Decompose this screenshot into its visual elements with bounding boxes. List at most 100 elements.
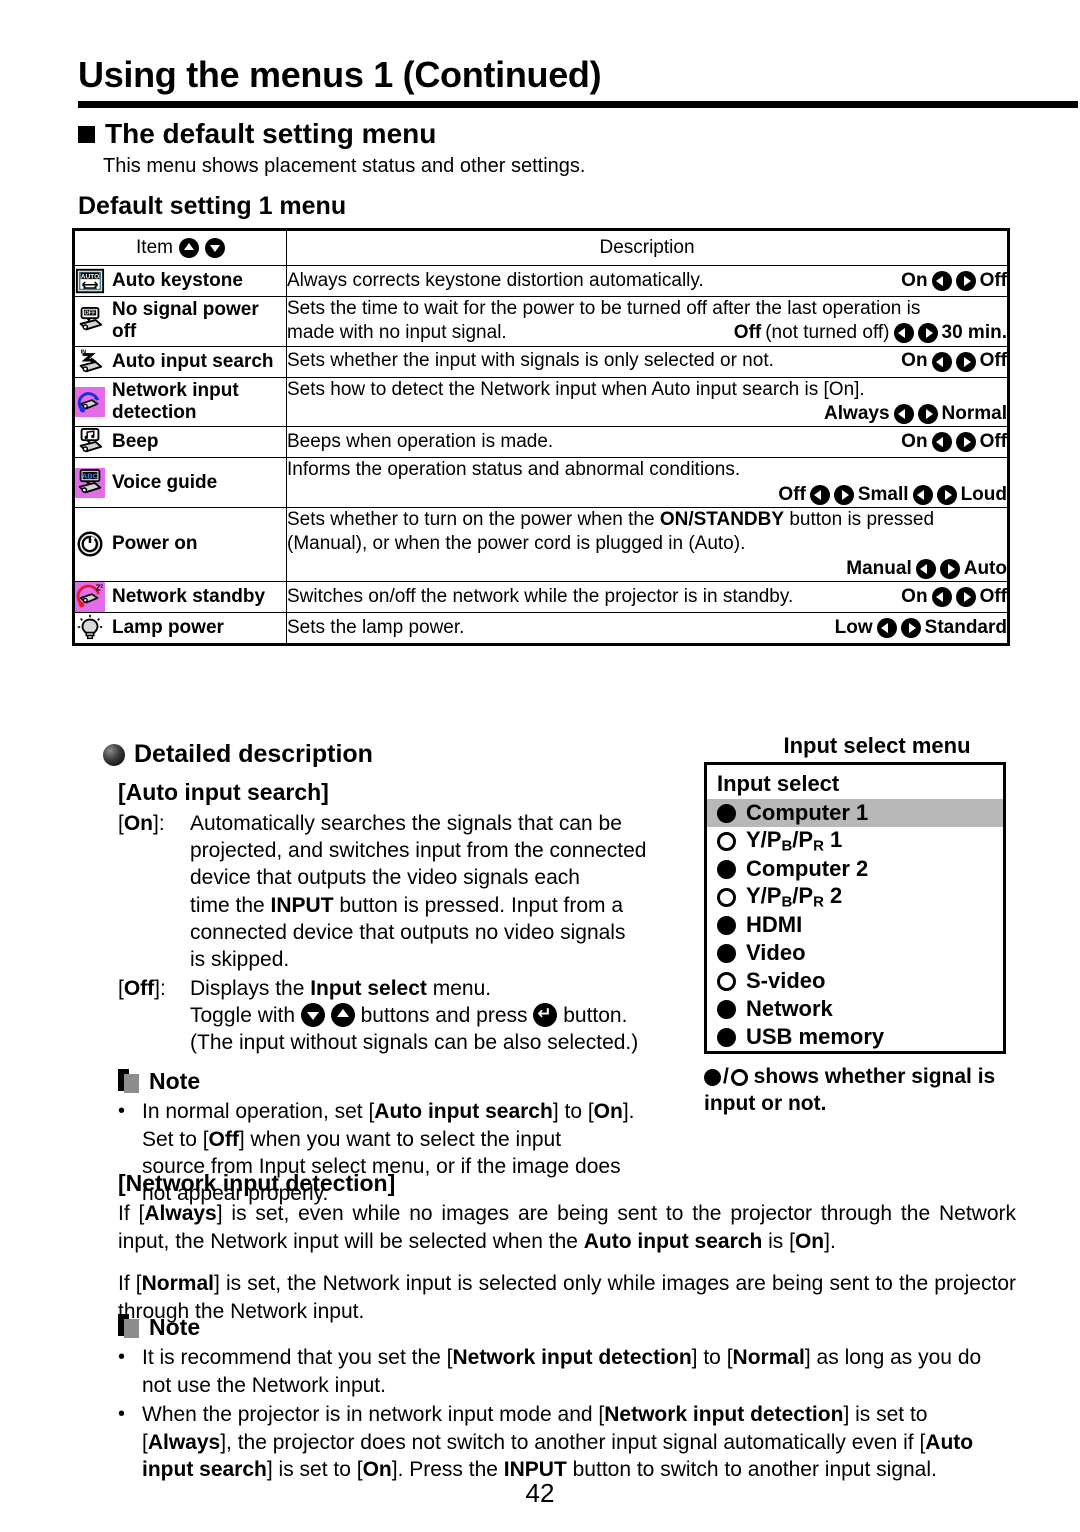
arrow-left-icon[interactable] xyxy=(893,323,914,344)
input-select-item-ypbpr-2[interactable]: Y/PB/PR 2 xyxy=(707,883,1003,911)
option-right: Auto xyxy=(963,557,1007,579)
detailed-description-label: Detailed description xyxy=(134,740,373,768)
network-input-detection-block: [Network input detection] If [Always] is… xyxy=(118,1168,1016,1325)
auto-input-search-on-block: [On]: Automatically searches the signals… xyxy=(118,810,713,974)
input-select-item-ypbpr-1[interactable]: Y/PB/PR 1 xyxy=(707,827,1003,855)
arrow-left-icon[interactable] xyxy=(931,271,952,291)
item-label: Y/PB/PR 2 xyxy=(746,883,843,911)
signal-indicator-icon xyxy=(717,943,736,963)
arrow-left-icon[interactable] xyxy=(876,617,897,638)
input-select-item-s-video[interactable]: S-video xyxy=(707,967,1003,995)
option-3: Loud xyxy=(960,483,1007,505)
arrow-left-icon[interactable] xyxy=(809,484,830,505)
row-description-text: Sets whether the input with signals is o… xyxy=(287,350,774,372)
table-row: Lamp power Sets the lamp power. Low Stan… xyxy=(73,611,1009,645)
arrow-down-icon xyxy=(204,238,225,258)
bullet-text: It is recommend that you set the [Networ… xyxy=(142,1346,982,1398)
network-input-detection-para-1: If [Always] is set, even while no images… xyxy=(118,1202,1016,1254)
arrow-right-icon[interactable] xyxy=(917,404,938,425)
arrow-up-icon[interactable] xyxy=(330,1002,355,1027)
note-marker-icon xyxy=(118,1068,140,1095)
note-bullet: • When the projector is in network input… xyxy=(118,1401,1016,1484)
note-label: Note xyxy=(149,1314,201,1340)
table-row: OFF No signal power off Sets the time to… xyxy=(73,296,1009,347)
onstandby-keyword: ON/STANDBY xyxy=(659,508,785,530)
row-options: On Off xyxy=(901,585,1007,609)
row-description-auto-input-search: Sets whether the input with signals is o… xyxy=(286,345,1009,378)
input-select-item-video[interactable]: Video xyxy=(707,939,1003,967)
row-options: On Off xyxy=(901,349,1007,373)
detailed-description-body: [Auto input search] [On]: Automatically … xyxy=(118,778,713,1208)
input-select-item-computer-1[interactable]: Computer 1 xyxy=(707,799,1003,827)
detailed-description-heading: Detailed description xyxy=(103,740,373,769)
auto-keystone-icon: AUTO xyxy=(75,268,105,294)
arrow-right-icon[interactable] xyxy=(833,484,854,505)
arrow-left-icon[interactable] xyxy=(931,586,952,607)
beep-icon xyxy=(79,428,103,453)
network-standby-icon: Z z xyxy=(75,581,105,612)
auto-input-search-off-block: [Off]: Displays the Input select menu. T… xyxy=(118,975,713,1057)
row-item-auto-keystone: AUTO Auto keystone xyxy=(73,265,287,297)
signal-indicator-icon xyxy=(717,999,736,1019)
legend-indicators: / xyxy=(704,1064,748,1091)
arrow-up-icon xyxy=(178,238,199,258)
off-line-2: Toggle with buttons and press button. xyxy=(190,1002,713,1029)
arrow-right-icon[interactable] xyxy=(955,351,976,372)
input-select-keyword: Input select xyxy=(310,976,427,1000)
manual-page: Using the menus 1 (Continued) The defaul… xyxy=(0,0,1080,1532)
arrow-right-icon[interactable] xyxy=(955,586,976,607)
item-label: HDMI xyxy=(746,912,803,937)
arrow-left-icon[interactable] xyxy=(893,404,914,425)
section-heading: The default setting menu xyxy=(78,118,436,150)
row-description-network-input-detection: Sets how to detect the Network input whe… xyxy=(286,376,1009,428)
option-left: On xyxy=(901,585,928,607)
on-line-4: time the INPUT button is pressed. Input … xyxy=(190,893,624,917)
input-select-panel-label: Input select xyxy=(717,771,840,796)
input-select-item-hdmi[interactable]: HDMI xyxy=(707,911,1003,939)
arrow-left-icon[interactable] xyxy=(931,351,952,372)
row-description-line1: Sets the time to wait for the power to b… xyxy=(287,298,921,319)
page-number: 42 xyxy=(525,1478,555,1508)
signal-indicator-icon xyxy=(717,887,736,907)
signal-indicator-icon xyxy=(717,1027,736,1047)
row-description-line1: Sets whether to turn on the power when t… xyxy=(287,508,935,530)
bullet-dot: • xyxy=(118,1402,126,1425)
row-label: No signal power off xyxy=(112,299,259,343)
square-bullet-icon xyxy=(78,125,95,143)
enter-icon[interactable] xyxy=(533,1002,558,1027)
input-select-item-network[interactable]: Network xyxy=(707,995,1003,1023)
row-description-line1: Informs the operation status and abnorma… xyxy=(287,459,741,481)
arrow-right-icon[interactable] xyxy=(917,323,938,344)
option-right: Normal xyxy=(941,402,1007,424)
signal-indicator-icon xyxy=(717,915,736,935)
item-label: Computer 2 xyxy=(746,856,869,881)
input-select-item-computer-2[interactable]: Computer 2 xyxy=(707,855,1003,883)
arrow-right-icon[interactable] xyxy=(955,271,976,291)
note-heading-1: Note xyxy=(118,1067,713,1097)
option-left: On xyxy=(901,431,928,453)
legend-text-1: shows whether signal is xyxy=(747,1065,996,1088)
row-description-auto-keystone: Always corrects keystone distortion auto… xyxy=(286,265,1009,297)
row-item-network-standby: Z z Network standby xyxy=(73,580,287,613)
on-line-3: device that outputs the video signals ea… xyxy=(190,866,580,890)
input-select-item-usb-memory[interactable]: USB memory xyxy=(707,1023,1003,1051)
arrow-left-icon[interactable] xyxy=(931,432,952,453)
bullet-text: When the projector is in network input m… xyxy=(142,1402,974,1482)
arrow-down-icon[interactable] xyxy=(300,1002,325,1027)
arrow-right-icon[interactable] xyxy=(939,558,960,579)
page-title: Using the menus 1 (Continued) xyxy=(78,54,602,95)
on-body: Automatically searches the signals that … xyxy=(190,810,713,974)
arrow-right-icon[interactable] xyxy=(936,484,957,505)
arrow-left-icon[interactable] xyxy=(912,484,933,505)
svg-text:OFF: OFF xyxy=(84,311,96,317)
row-item-no-signal-power-off: OFF No signal power off xyxy=(73,296,287,347)
arrow-left-icon[interactable] xyxy=(915,558,936,579)
arrow-right-icon[interactable] xyxy=(900,617,921,638)
header-item-label: Item xyxy=(136,237,173,258)
arrow-right-icon[interactable] xyxy=(955,432,976,453)
row-description-power-on: Sets whether to turn on the power when t… xyxy=(286,506,1009,582)
table-title: Default setting 1 menu xyxy=(78,192,347,220)
row-label: Network input detection xyxy=(112,380,239,423)
on-line-5: connected device that outputs no video s… xyxy=(190,921,626,945)
option-right: Off xyxy=(979,269,1007,291)
